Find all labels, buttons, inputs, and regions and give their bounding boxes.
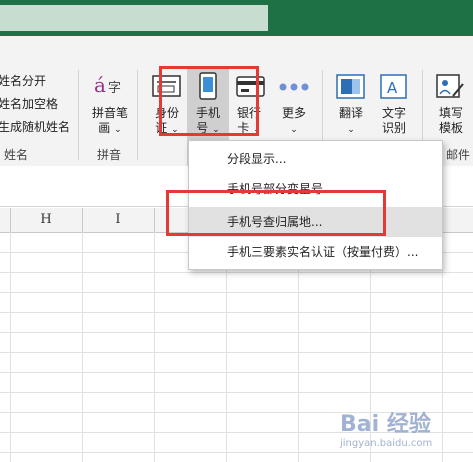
menu-item-mask-phone[interactable]: 手机号部分变星号: [189, 174, 442, 204]
ocr-label-2: 识别: [381, 121, 406, 135]
translate-label: 翻译: [338, 106, 363, 120]
id-card-label-2: 证: [155, 121, 168, 135]
name-add-space-item[interactable]: 姓名加空格: [0, 95, 58, 112]
translate-icon: [336, 74, 365, 99]
random-name-item[interactable]: 生成随机姓名: [0, 118, 70, 135]
phone-dropdown-menu: 分段显示... 手机号部分变星号 手机号查归属地... 手机三要素实名认证（按量…: [188, 140, 443, 270]
separator: [78, 70, 79, 160]
baidu-watermark: Bai 经验 jingyan.baidu.com: [340, 412, 465, 456]
pinyin-label-2: 画: [98, 121, 111, 135]
more-label: 更多: [281, 106, 306, 120]
phone-label-1: 手机: [195, 106, 220, 120]
more-dots-icon: [279, 83, 309, 91]
chevron-down-icon: ⌄: [253, 125, 261, 135]
title-bar: [0, 0, 473, 36]
menu-item-segment-display[interactable]: 分段显示...: [189, 144, 442, 174]
pinyin-group-label: 拼音: [97, 148, 122, 162]
fill-form-label-1: 填写: [438, 106, 463, 120]
watermark-logo-text: Bai 经验: [340, 412, 431, 437]
pinyin-label-1: 拼音笔: [91, 106, 128, 120]
pinyin-icon-char: 字: [108, 81, 121, 96]
pinyin-icon: á 字: [94, 73, 121, 97]
ocr-icon: A: [380, 74, 407, 99]
split-name-item[interactable]: 姓名分开: [0, 72, 46, 89]
id-card-label-1: 身份: [154, 106, 179, 120]
menu-item-phone-realname-verify[interactable]: 手机三要素实名认证（按量付费）...: [189, 237, 442, 267]
chevron-down-icon: ⌄: [212, 125, 220, 135]
chevron-down-icon: ⌄: [347, 125, 355, 135]
chevron-down-icon: ⌄: [171, 125, 179, 135]
column-header-i[interactable]: I: [82, 208, 154, 232]
fill-form-label-2: 模板: [438, 121, 463, 135]
column-header-h[interactable]: H: [10, 208, 82, 232]
bank-card-label-1: 银行: [236, 106, 261, 120]
fill-form-icon: [436, 74, 464, 98]
watermark-url: jingyan.baidu.com: [340, 438, 433, 449]
id-card-icon: [152, 75, 181, 97]
name-group-label: 姓名: [4, 148, 29, 162]
svg-text:á: á: [94, 73, 106, 97]
title-area: [0, 5, 268, 31]
chevron-down-icon: ⌄: [114, 125, 122, 135]
ocr-icon-letter: A: [387, 79, 398, 97]
menu-item-phone-location[interactable]: 手机号查归属地...: [189, 207, 442, 237]
mail-group-label: 邮件: [446, 148, 471, 162]
ocr-label-1: 文字: [381, 106, 406, 120]
phone-icon: [199, 72, 217, 100]
separator: [137, 70, 138, 160]
bank-card-label-2: 卡: [237, 121, 250, 135]
phone-label-2: 号: [196, 121, 209, 135]
chevron-down-icon: ⌄: [290, 125, 298, 135]
bank-card-icon: [236, 76, 265, 97]
